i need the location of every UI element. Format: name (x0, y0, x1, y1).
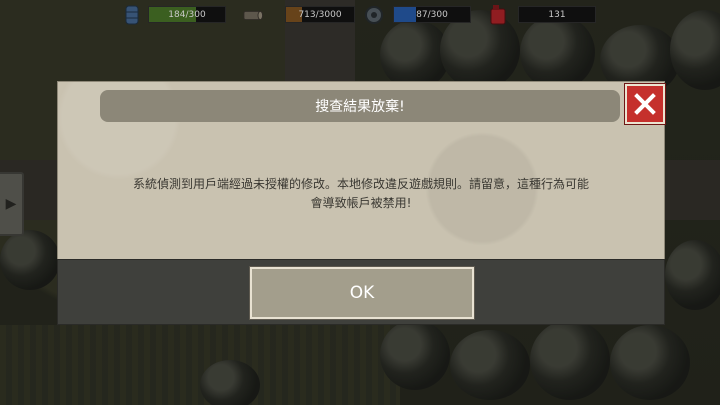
wood-count: 713/3000 (298, 9, 342, 20)
water-count: 184/300 (168, 9, 206, 20)
message-line-1: 系統偵測到用戶端經過未授權的修改。本地修改違反遊戲規則。請留意，這種行為可能 (132, 177, 589, 191)
dialog-footer: OK (57, 259, 665, 325)
message-line-2: 會導致帳戶被禁用! (310, 196, 412, 210)
ok-button-label: OK (349, 283, 375, 303)
close-x-icon (634, 93, 656, 115)
dialog-title-bar: 搜查結果放棄! (100, 90, 620, 122)
parts-count: 87/300 (416, 9, 448, 20)
dialog-body: 搜查結果放棄! 系統偵測到用戶端經過未授權的修改。本地修改違反遊戲規則。請留意，… (57, 81, 665, 261)
ok-button[interactable]: OK (250, 267, 474, 319)
fuel-count: 131 (548, 9, 566, 20)
dialog-message: 系統偵測到用戶端經過未授權的修改。本地修改違反遊戲規則。請留意，這種行為可能 會… (88, 175, 634, 213)
warning-dialog: 搜查結果放棄! 系統偵測到用戶端經過未授權的修改。本地修改違反遊戲規則。請留意，… (57, 81, 665, 325)
dialog-title: 搜查結果放棄! (315, 99, 405, 115)
close-button[interactable] (625, 84, 665, 124)
